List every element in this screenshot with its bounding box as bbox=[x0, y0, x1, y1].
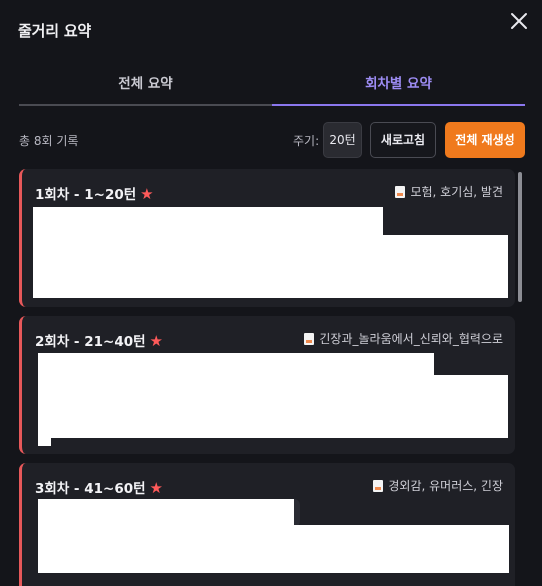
redacted-block bbox=[33, 207, 383, 235]
episode-title: 1회차 - 1~20턴 ★ bbox=[35, 183, 154, 203]
episode-title: 3회차 - 41~60턴 ★ bbox=[35, 477, 163, 497]
episode-card-3[interactable]: 3회차 - 41~60턴 ★ 경외감, 유머러스, 긴장 bbox=[19, 463, 515, 586]
episode-card-2[interactable]: 2회차 - 21~40턴 ★ 긴장과_놀라움에서_신뢰와_협력으로 bbox=[19, 316, 515, 454]
cycle-select[interactable]: 20턴 bbox=[323, 122, 362, 158]
record-count: 총 8회 기록 bbox=[19, 134, 79, 148]
redacted-block bbox=[33, 235, 508, 298]
star-icon: ★ bbox=[149, 332, 163, 350]
tab-episode-summary[interactable]: 회차별 요약 bbox=[272, 66, 525, 106]
summary-toolbar: 총 8회 기록 주기: 20턴 새로고침 전체 재생성 bbox=[19, 122, 525, 158]
dialog-title: 줄거리 요약 bbox=[18, 22, 92, 40]
star-icon: ★ bbox=[149, 479, 163, 497]
episode-title: 2회차 - 21~40턴 ★ bbox=[35, 330, 163, 350]
close-icon[interactable] bbox=[508, 10, 530, 32]
episode-card-1[interactable]: 1회차 - 1~20턴 ★ 모험, 호기심, 발견 bbox=[19, 169, 515, 307]
list-scrollbar[interactable] bbox=[518, 172, 522, 302]
document-icon bbox=[395, 185, 406, 198]
tab-bar: 전체 요약 회차별 요약 bbox=[19, 66, 525, 106]
redacted-block bbox=[38, 353, 434, 375]
redacted-block bbox=[38, 525, 509, 573]
document-icon bbox=[373, 479, 384, 492]
redacted-block bbox=[38, 499, 294, 527]
episode-title-text: 1회차 - 1~20턴 bbox=[35, 187, 137, 203]
redacted-block bbox=[38, 438, 51, 446]
episode-tags: 긴장과_놀라움에서_신뢰와_협력으로 bbox=[304, 330, 503, 347]
episode-tags-text: 긴장과_놀라움에서_신뢰와_협력으로 bbox=[319, 332, 503, 346]
episode-title-text: 2회차 - 21~40턴 bbox=[35, 334, 146, 350]
refresh-button[interactable]: 새로고침 bbox=[370, 122, 436, 158]
episode-tags-text: 모험, 호기심, 발견 bbox=[410, 185, 503, 199]
episode-tags-text: 경외감, 유머러스, 긴장 bbox=[388, 479, 503, 493]
star-icon: ★ bbox=[140, 185, 154, 203]
episode-tags: 경외감, 유머러스, 긴장 bbox=[373, 477, 503, 494]
cycle-label: 주기: bbox=[293, 134, 320, 148]
episode-tags: 모험, 호기심, 발견 bbox=[395, 183, 503, 200]
regenerate-all-button[interactable]: 전체 재생성 bbox=[445, 122, 525, 158]
episode-title-text: 3회차 - 41~60턴 bbox=[35, 481, 146, 497]
episode-list[interactable]: 1회차 - 1~20턴 ★ 모험, 호기심, 발견 2회차 - 21~40턴 ★ 긴… bbox=[19, 169, 525, 586]
summary-dialog: 줄거리 요약 전체 요약 회차별 요약 총 8회 기록 주기: 20턴 새로고침… bbox=[0, 0, 542, 586]
document-icon bbox=[304, 332, 315, 345]
redacted-block bbox=[38, 375, 508, 438]
tab-full-summary[interactable]: 전체 요약 bbox=[19, 66, 272, 106]
